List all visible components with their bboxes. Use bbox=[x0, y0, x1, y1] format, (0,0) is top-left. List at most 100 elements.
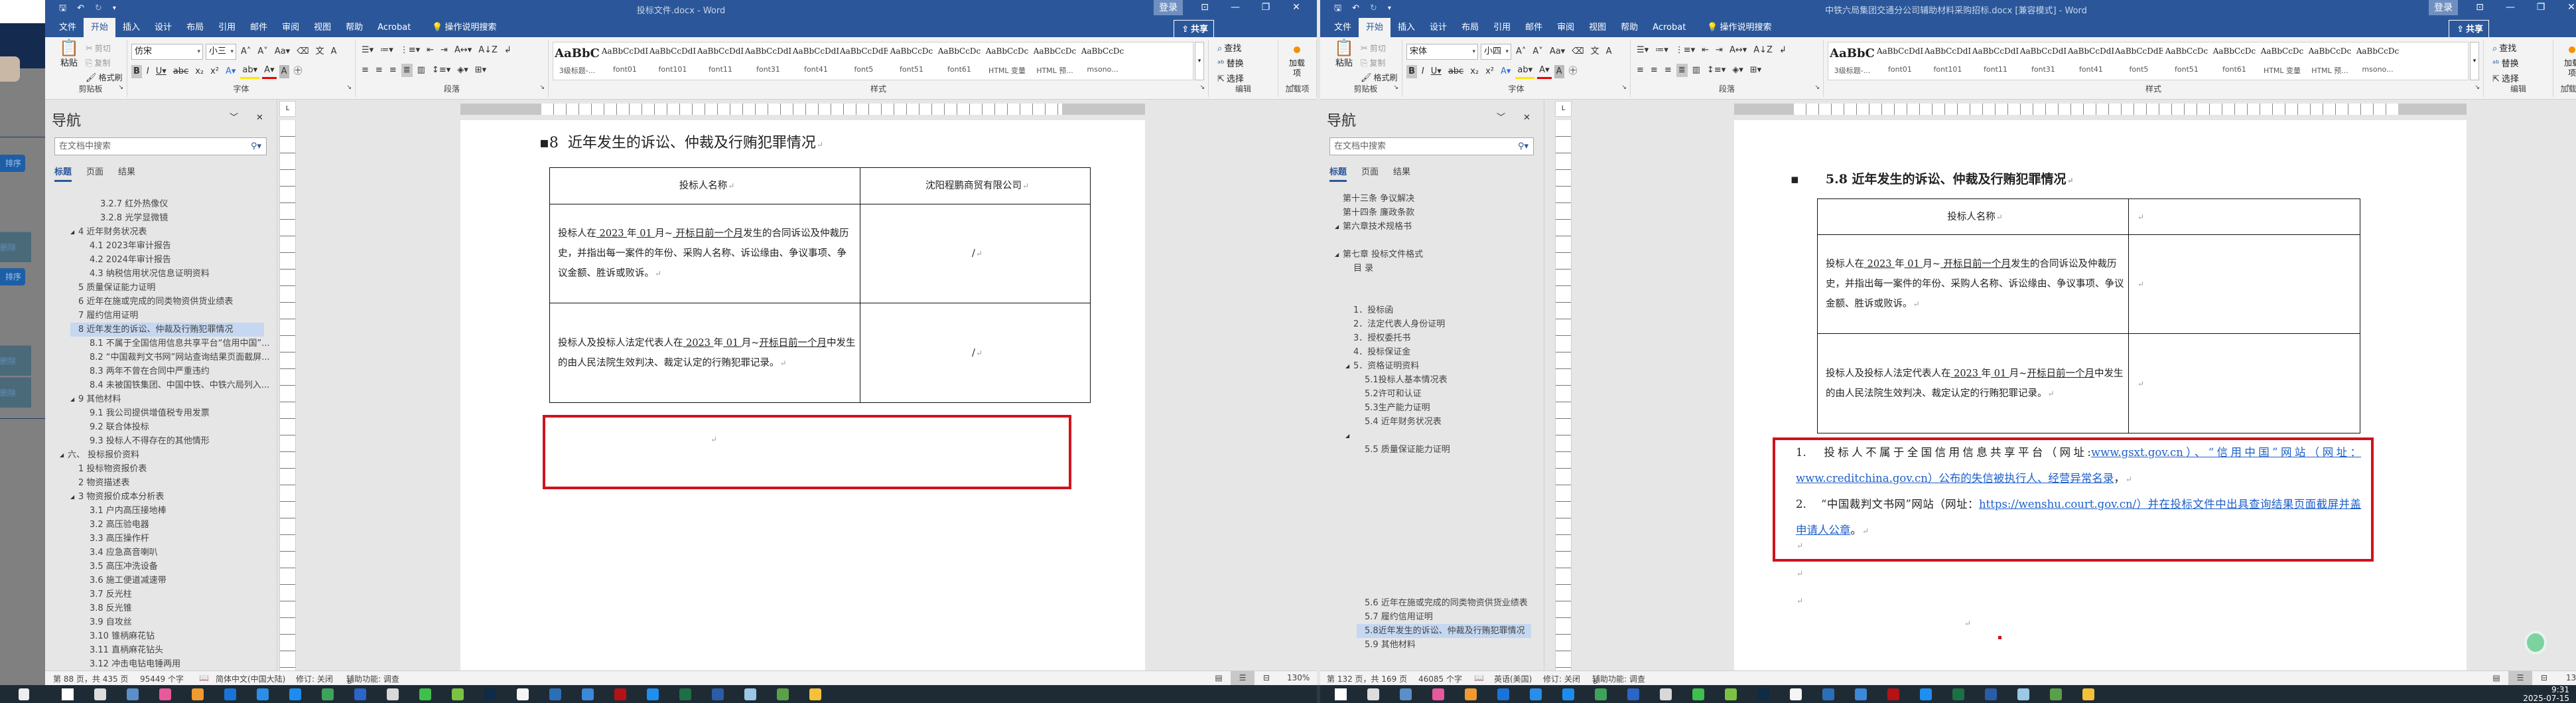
nav-heading-item[interactable]: 8 近年发生的诉讼、仲裁及行贿犯罪情况 bbox=[70, 323, 264, 337]
nav-heading-item[interactable]: 3.1 户内高压接地棒 bbox=[82, 504, 173, 518]
shrink-font-icon[interactable]: A˅ bbox=[1530, 45, 1544, 58]
collapse-triangle-icon[interactable]: ◢ bbox=[1343, 429, 1351, 443]
tell-me-search[interactable]: 💡 操作说明搜索 bbox=[418, 18, 496, 37]
style-item[interactable]: AaBbCcDdI font11 bbox=[1972, 42, 2019, 80]
tab-stop-selector[interactable]: L bbox=[1555, 101, 1572, 117]
shading-icon[interactable]: ◈▾ bbox=[455, 64, 470, 77]
style-item[interactable]: AaBbCcDc font61 bbox=[935, 42, 983, 80]
dots-app-icon[interactable] bbox=[1497, 688, 1509, 700]
dialog-launcher-icon[interactable]: ↘ bbox=[1391, 81, 1400, 94]
customize-toolbar-icon[interactable]: ▾ bbox=[1386, 2, 1393, 15]
dots-app-icon[interactable] bbox=[224, 688, 236, 700]
bold-icon[interactable]: B bbox=[1406, 64, 1417, 78]
bullets-icon[interactable]: ☰▾ bbox=[1635, 44, 1651, 57]
tab-2[interactable]: 插入 bbox=[115, 18, 147, 37]
tab-results[interactable]: 结果 bbox=[118, 165, 135, 182]
highlight-icon[interactable]: ab▾ bbox=[1515, 64, 1535, 79]
italic-icon[interactable]: I bbox=[1420, 65, 1426, 78]
save-icon[interactable]: 🖫 bbox=[57, 2, 68, 15]
accessibility-checker[interactable]: ♿ 辅助功能: 调查 bbox=[346, 673, 399, 685]
wps-icon[interactable] bbox=[354, 688, 366, 700]
litigation-history-value[interactable] bbox=[2137, 279, 2144, 289]
sync-app-icon[interactable] bbox=[1595, 688, 1607, 700]
superscript-icon[interactable]: x² bbox=[208, 65, 221, 78]
change-case-icon[interactable]: Aa▾ bbox=[1548, 45, 1567, 58]
style-item[interactable]: AaBbCcDdE font5 bbox=[2115, 42, 2163, 80]
nav-heading-item[interactable]: 3.7 反光柱 bbox=[82, 587, 139, 601]
sync-app-icon[interactable] bbox=[322, 688, 334, 700]
nav-heading-item[interactable]: 3.10 锥柄麻花钻 bbox=[82, 629, 161, 643]
read-mode-icon[interactable]: ▤ bbox=[2484, 671, 2508, 685]
leaf-app-icon[interactable] bbox=[777, 688, 789, 700]
nav-heading-item[interactable]: 5.1投标人基本情况表 bbox=[1357, 373, 1454, 387]
nav-heading-item[interactable]: 3.9 自攻丝 bbox=[82, 615, 139, 629]
calculator-icon[interactable] bbox=[127, 688, 139, 700]
web-layout-icon[interactable]: ⊟ bbox=[1254, 671, 1278, 685]
close-icon[interactable]: ✕ bbox=[1281, 1, 1312, 14]
nav-heading-item[interactable]: 第七章 投标文件格式 bbox=[1335, 248, 1430, 262]
character-border-icon[interactable]: A bbox=[1604, 45, 1614, 58]
zoom-level[interactable]: 130% bbox=[2566, 673, 2576, 682]
nav-heading-item[interactable]: 9 其他材料 bbox=[70, 392, 127, 406]
tencent-docs-icon[interactable] bbox=[1530, 688, 1542, 700]
dialog-launcher-icon[interactable]: ↘ bbox=[1619, 81, 1629, 94]
align-left-icon[interactable]: ≡ bbox=[360, 64, 371, 77]
font-color-icon[interactable]: A▾ bbox=[1537, 64, 1552, 79]
nav-heading-item[interactable]: 六、 投标报价资料 bbox=[60, 448, 146, 462]
tab-1[interactable]: 开始 bbox=[1359, 18, 1391, 37]
font-size-select[interactable]: 小四 bbox=[1481, 44, 1511, 60]
dialog-launcher-icon[interactable]: ↘ bbox=[1197, 81, 1207, 94]
underlined-field[interactable]: 开标日前一个月 bbox=[759, 338, 827, 349]
underlined-field[interactable]: 开标日前一个月 bbox=[673, 228, 744, 239]
track-changes-status[interactable]: 修订: 关闭 bbox=[296, 673, 333, 684]
ribbon-display-options-icon[interactable]: ⊡ bbox=[2465, 1, 2495, 14]
nav-heading-item[interactable]: 8.4 未被国铁集团、中国中铁、中铁六局列入... bbox=[82, 378, 276, 392]
style-item[interactable]: AaBbCcDdI font31 bbox=[744, 42, 792, 80]
device-icon[interactable] bbox=[387, 688, 399, 700]
device-icon[interactable] bbox=[1660, 688, 1672, 700]
justify-icon[interactable]: ≣ bbox=[1676, 64, 1688, 77]
nav-heading-item[interactable]: 5.5 质量保证能力证明 bbox=[1357, 443, 1457, 457]
tab-6[interactable]: 邮件 bbox=[1518, 18, 1550, 37]
tencent-docs-icon[interactable] bbox=[257, 688, 269, 700]
style-item[interactable]: AaBbCcDdI font01 bbox=[1876, 42, 1924, 80]
undo-icon[interactable]: ↶ bbox=[75, 2, 86, 15]
start-icon[interactable] bbox=[1335, 688, 1347, 700]
photoshop-icon[interactable] bbox=[484, 688, 496, 700]
close-pane-icon[interactable]: ✕ bbox=[254, 112, 265, 125]
search-icon[interactable] bbox=[1367, 688, 1379, 700]
tab-8[interactable]: 视图 bbox=[306, 18, 338, 37]
photos-icon[interactable] bbox=[159, 688, 171, 700]
nav-heading-item[interactable]: 9.1 我公司提供增值税专用发票 bbox=[82, 406, 216, 420]
nav-heading-item[interactable]: 2 物资描述表 bbox=[70, 476, 136, 490]
sort-icon[interactable]: A↓Z bbox=[476, 44, 500, 57]
leaf-app-icon[interactable] bbox=[2050, 688, 2062, 700]
pane-options-icon[interactable]: ﹀ bbox=[1495, 112, 1507, 125]
underlined-field[interactable]: 01 bbox=[723, 338, 742, 349]
style-item[interactable]: AaBbCcDc HTML 变量 bbox=[2258, 42, 2306, 80]
litigation-history-value[interactable]: / bbox=[972, 248, 983, 259]
tab-pages[interactable]: 页面 bbox=[1361, 165, 1379, 182]
style-item[interactable]: AaBbCcDdE font5 bbox=[840, 42, 888, 80]
nav-heading-item[interactable]: 3.8 反光锥 bbox=[82, 601, 139, 615]
nav-heading-item[interactable]: 3.2.8 光学显微镜 bbox=[92, 211, 174, 225]
tab-headings[interactable]: 标题 bbox=[54, 165, 72, 182]
tab-0[interactable]: 文件 bbox=[52, 18, 84, 37]
increase-indent-icon[interactable]: ⇥ bbox=[1714, 44, 1725, 57]
shrink-font-icon[interactable]: A˅ bbox=[255, 45, 269, 58]
read-mode-icon[interactable]: ▤ bbox=[1207, 671, 1231, 685]
text-direction-icon[interactable]: A↔▾ bbox=[1728, 44, 1749, 57]
nav-heading-item[interactable]: 目 录 bbox=[1345, 262, 1380, 275]
word-icon[interactable] bbox=[1985, 688, 1997, 700]
clear-formatting-icon[interactable]: ⌫ bbox=[1570, 45, 1586, 58]
line-spacing-icon[interactable]: ↕≡▾ bbox=[430, 64, 452, 77]
nav-heading-item[interactable]: 3.3 高压操作杆 bbox=[82, 532, 156, 546]
wechat-icon[interactable] bbox=[419, 688, 431, 700]
nav-heading-item[interactable]: 1．投标函 bbox=[1345, 303, 1400, 317]
style-item[interactable]: AaBbCcDdI font101 bbox=[1924, 42, 1972, 80]
strikethrough-icon[interactable]: abc bbox=[1446, 65, 1465, 78]
nav-heading-item[interactable]: 3.2 高压验电器 bbox=[82, 518, 156, 532]
distributed-icon[interactable]: ▥ bbox=[415, 64, 427, 77]
word-count[interactable]: 95449 个字 bbox=[140, 673, 184, 684]
wps-icon[interactable] bbox=[1627, 688, 1639, 700]
